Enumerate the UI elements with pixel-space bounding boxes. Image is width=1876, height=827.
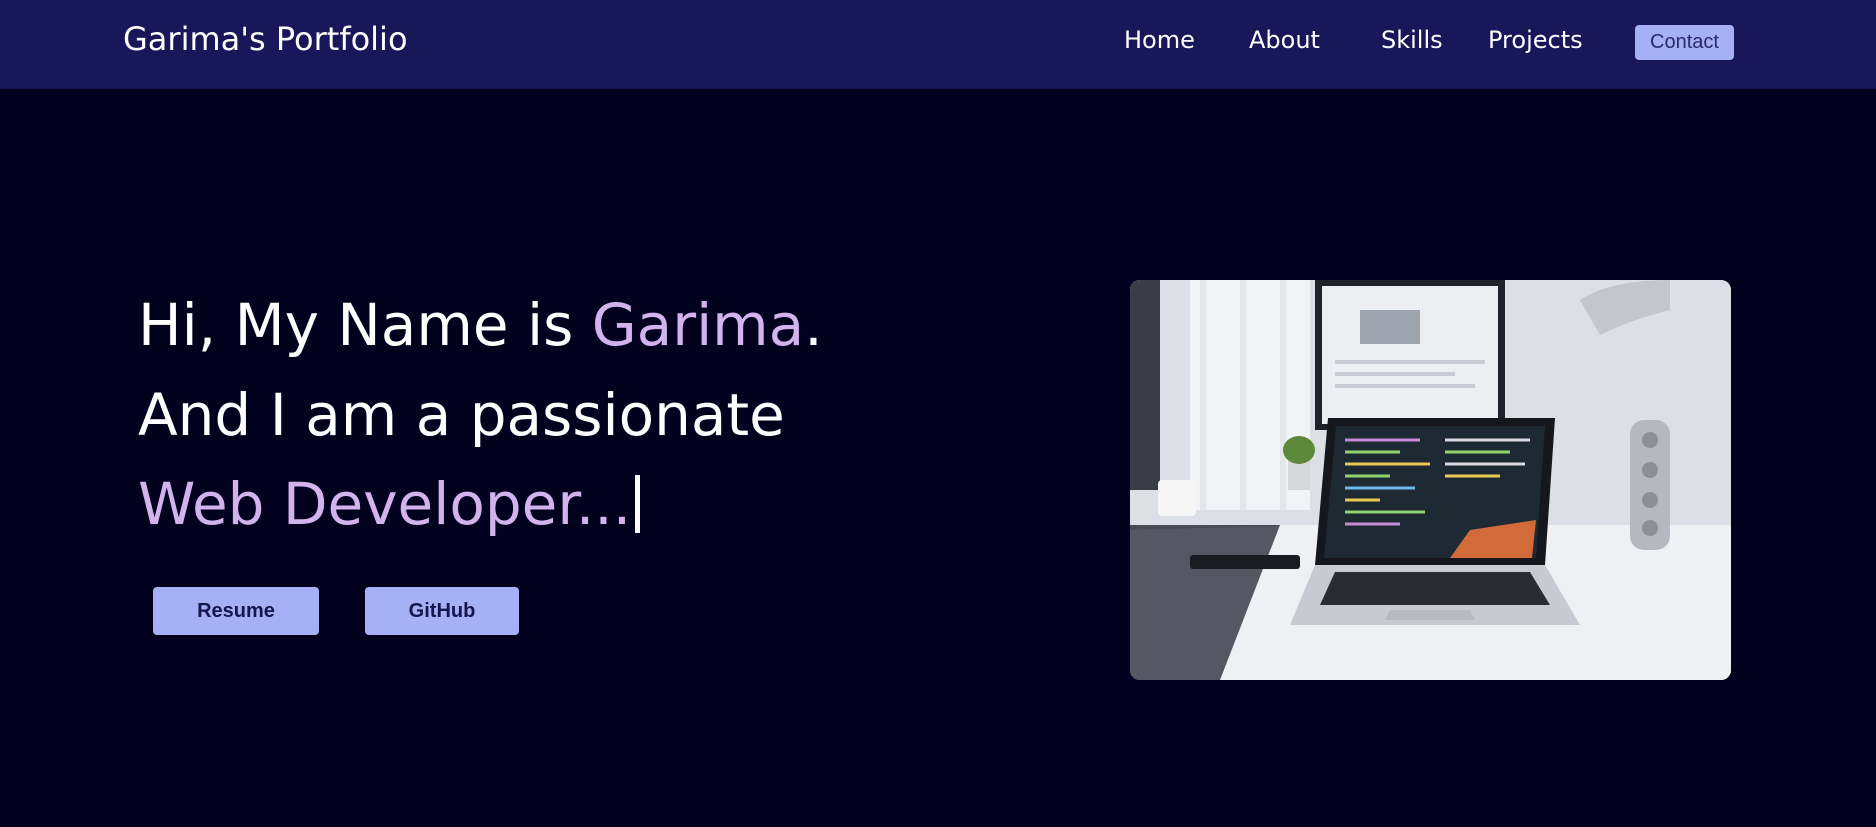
nav-link-about[interactable]: About	[1249, 26, 1320, 54]
site-brand[interactable]: Garima's Portfolio	[123, 20, 408, 58]
nav-link-projects[interactable]: Projects	[1488, 26, 1583, 54]
hero-greeting: Hi, My Name is Garima.	[138, 290, 823, 360]
hero-image	[1130, 280, 1731, 680]
hero-tagline: And I am a passionate	[138, 381, 785, 449]
contact-button[interactable]: Contact	[1635, 25, 1734, 60]
resume-button[interactable]: Resume	[153, 587, 319, 635]
greeting-prefix: Hi, My Name is	[138, 291, 592, 359]
hero-name: Garima	[591, 291, 805, 359]
nav-link-home[interactable]: Home	[1124, 26, 1195, 54]
nav-link-skills[interactable]: Skills	[1381, 26, 1443, 54]
navbar: Garima's Portfolio Home About Skills Pro…	[0, 0, 1876, 89]
hero-typed-line: Web Developer...	[138, 469, 641, 539]
laptop-desk-photo-icon	[1130, 280, 1731, 680]
typed-role: Web Developer...	[138, 470, 632, 538]
greeting-suffix: .	[804, 291, 823, 359]
github-button[interactable]: GitHub	[365, 587, 519, 635]
typing-caret	[635, 475, 641, 533]
